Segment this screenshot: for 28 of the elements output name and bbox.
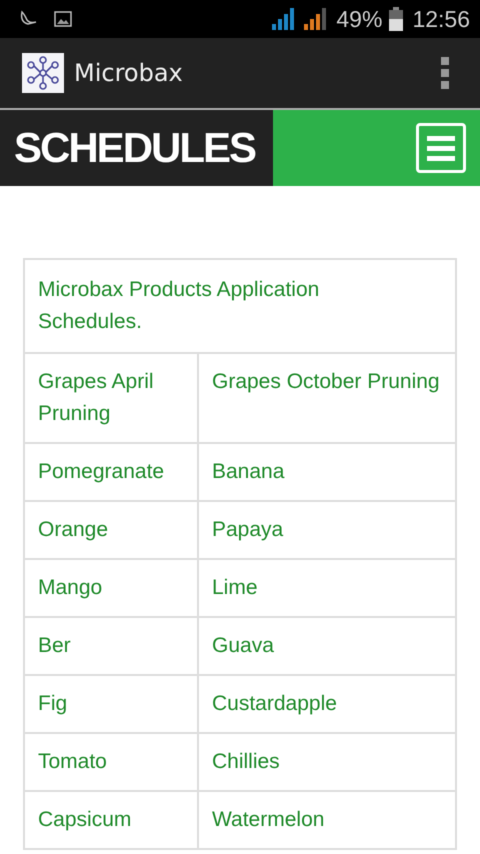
- app-title: Microbax: [74, 59, 183, 87]
- clock: 12:56: [412, 6, 470, 32]
- crop-link[interactable]: Chillies: [199, 734, 455, 790]
- crop-link[interactable]: Fig: [25, 676, 199, 732]
- menu-button[interactable]: [416, 123, 466, 173]
- table-title: Microbax Products Application Schedules.: [38, 277, 320, 335]
- crop-link[interactable]: Watermelon: [199, 792, 455, 848]
- crop-link[interactable]: Ber: [25, 618, 199, 674]
- overflow-menu-icon[interactable]: [440, 57, 450, 89]
- battery-percent: 49%: [336, 6, 382, 32]
- crop-link[interactable]: Tomato: [25, 734, 199, 790]
- logo-icon: [22, 53, 64, 93]
- crop-link[interactable]: Capsicum: [25, 792, 199, 848]
- crop-link[interactable]: Banana: [199, 444, 455, 500]
- crop-link[interactable]: Grapes October Pruning: [199, 354, 455, 442]
- crop-link[interactable]: Papaya: [199, 502, 455, 558]
- crop-link[interactable]: Custardapple: [199, 676, 455, 732]
- crop-link[interactable]: Pomegranate: [25, 444, 199, 500]
- battery-icon: [388, 7, 404, 31]
- signal-icon: [270, 7, 296, 31]
- crop-link[interactable]: Orange: [25, 502, 199, 558]
- crop-link[interactable]: Guava: [199, 618, 455, 674]
- crop-link[interactable]: Grapes April Pruning: [25, 354, 199, 442]
- image-icon: [54, 11, 72, 27]
- signal-icon: [302, 7, 328, 31]
- page-title: SCHEDULES: [14, 124, 256, 172]
- crop-link[interactable]: Lime: [199, 560, 455, 616]
- crop-link[interactable]: Mango: [25, 560, 199, 616]
